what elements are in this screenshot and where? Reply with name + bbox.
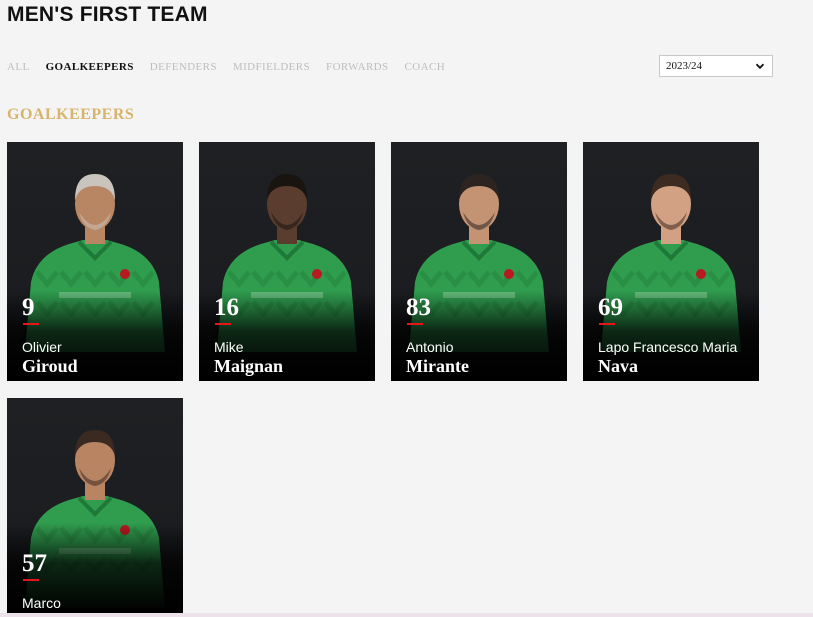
player-card[interactable]: 9 Olivier Giroud — [7, 142, 183, 381]
player-card[interactable]: 16 Mike Maignan — [199, 142, 375, 381]
tab-forwards[interactable]: FORWARDS — [326, 61, 389, 73]
player-first-name: Antonio — [406, 339, 454, 355]
player-first-name: Lapo Francesco Maria — [598, 339, 738, 355]
player-first-name: Mike — [214, 339, 244, 355]
player-number: 83 — [406, 294, 431, 321]
number-underline — [215, 323, 231, 325]
number-underline — [599, 323, 615, 325]
player-card[interactable]: 57 Marco — [7, 398, 183, 613]
chevron-down-icon — [755, 63, 765, 70]
tab-midfielders[interactable]: MIDFIELDERS — [233, 61, 310, 73]
player-number: 16 — [214, 294, 239, 321]
page-bottom-edge — [0, 613, 813, 617]
player-card[interactable]: 69 Lapo Francesco Maria Nava — [583, 142, 759, 381]
number-underline — [407, 323, 423, 325]
player-first-name: Olivier — [22, 339, 62, 355]
tab-goalkeepers[interactable]: GOALKEEPERS — [46, 61, 134, 73]
player-last-name: Giroud — [22, 356, 78, 376]
season-select-value: 2023/24 — [666, 60, 703, 72]
tab-coach[interactable]: COACH — [405, 61, 446, 73]
player-first-name: Marco — [22, 595, 61, 611]
player-number: 57 — [22, 550, 47, 577]
player-card[interactable]: 83 Antonio Mirante — [391, 142, 567, 381]
section-title: GOALKEEPERS — [7, 106, 135, 123]
number-underline — [23, 323, 39, 325]
tab-defenders[interactable]: DEFENDERS — [150, 61, 217, 73]
season-select[interactable]: 2023/24 — [659, 55, 773, 77]
player-last-name: Mirante — [406, 356, 469, 376]
number-underline — [23, 579, 39, 581]
player-number: 9 — [22, 294, 35, 321]
page-title: MEN'S FIRST TEAM — [7, 3, 208, 26]
player-last-name: Maignan — [214, 356, 284, 376]
player-last-name: Nava — [598, 356, 638, 376]
player-number: 69 — [598, 294, 623, 321]
tab-all[interactable]: ALL — [7, 61, 30, 73]
position-filter-tabs: ALL GOALKEEPERS DEFENDERS MIDFIELDERS FO… — [7, 61, 461, 73]
